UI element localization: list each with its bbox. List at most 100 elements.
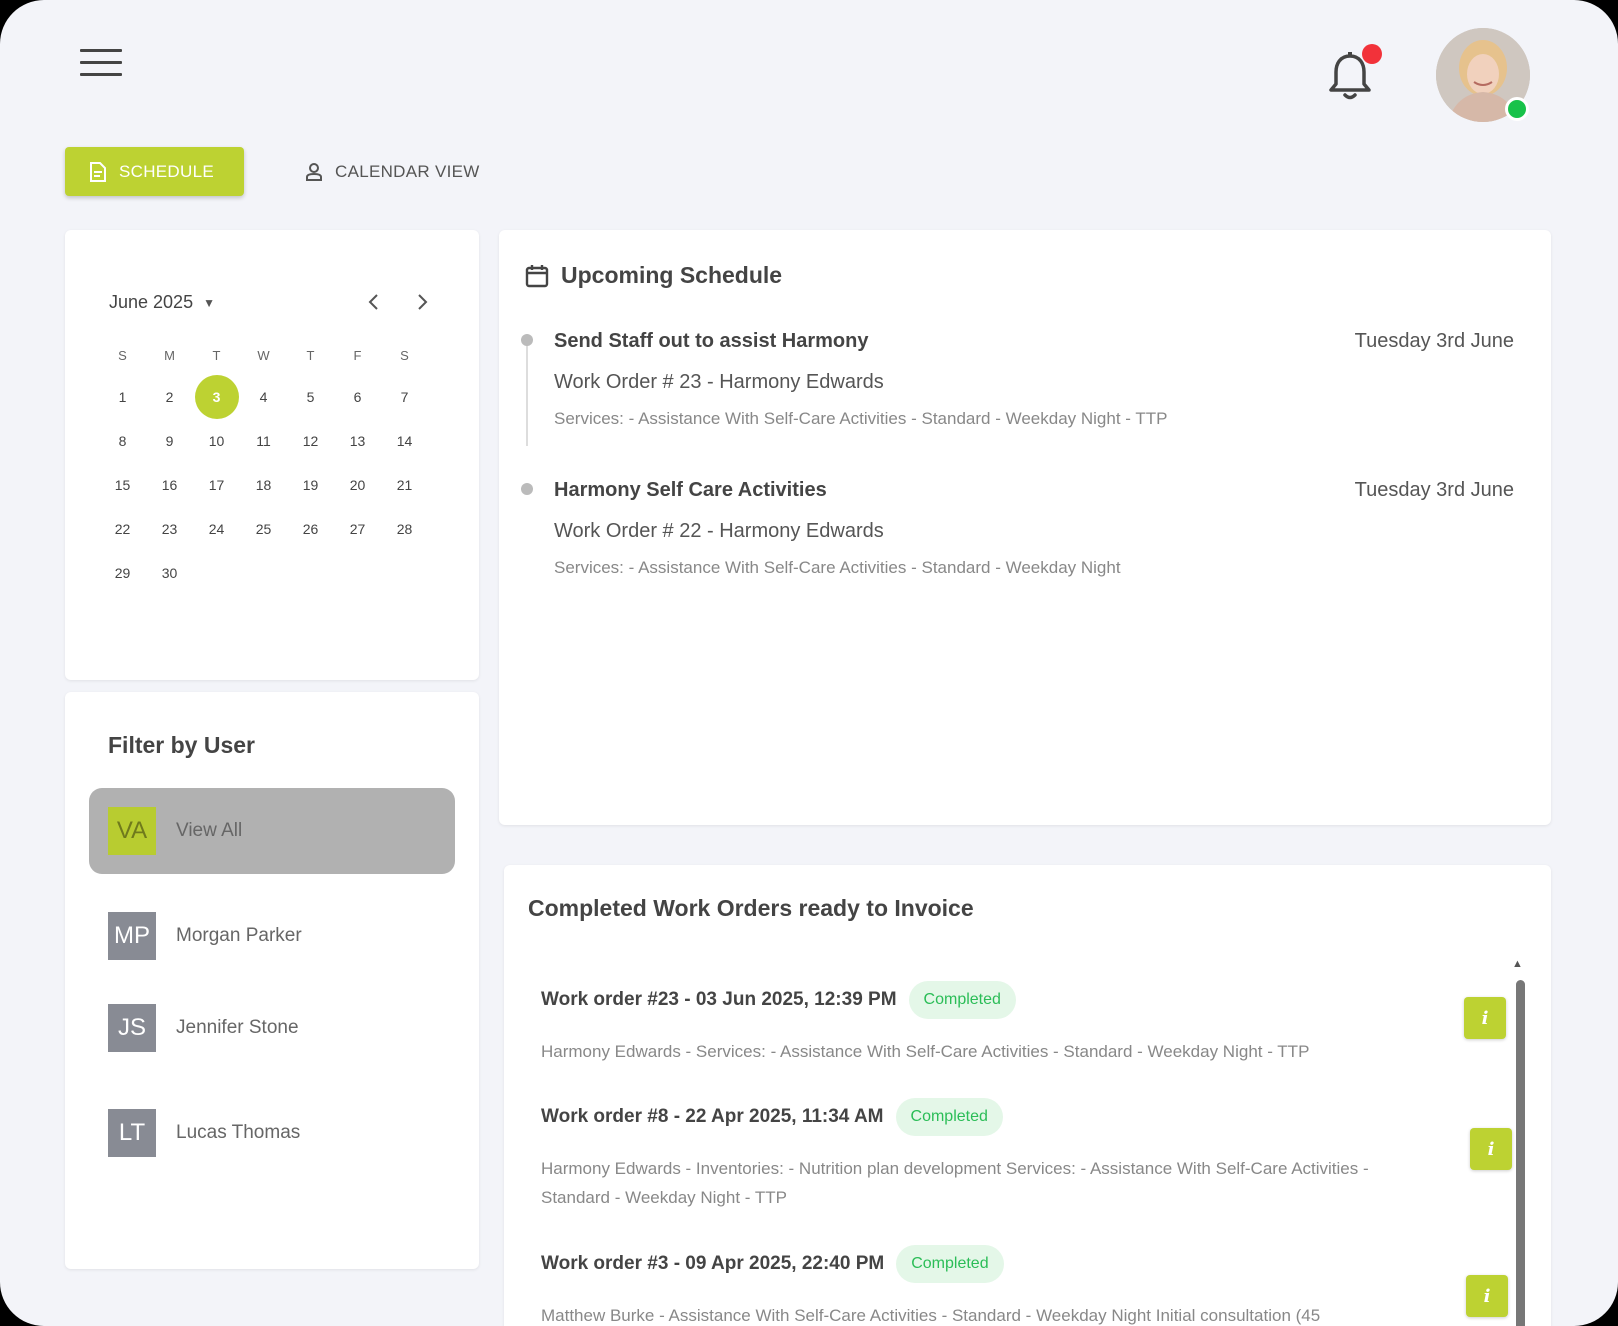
tab-schedule[interactable]: SCHEDULE — [65, 147, 244, 196]
calendar-day[interactable]: 26 — [287, 507, 334, 551]
calendar-day[interactable]: 15 — [99, 463, 146, 507]
tab-calendar-view[interactable]: CALENDAR VIEW — [305, 147, 480, 196]
timeline-line — [526, 340, 528, 446]
schedule-event[interactable]: Send Staff out to assist Harmony Tuesday… — [554, 330, 1514, 429]
event-date: Tuesday 3rd June — [1354, 479, 1514, 501]
work-order-title: Work order #8 - 22 Apr 2025, 11:34 AM — [541, 1106, 884, 1127]
calendar-day[interactable]: 16 — [146, 463, 193, 507]
status-badge: Completed — [908, 981, 1016, 1019]
calendar-day[interactable]: 2 — [146, 375, 193, 419]
invoice-item[interactable]: Work order #8 - 22 Apr 2025, 11:34 AM Co… — [541, 1098, 1441, 1212]
user-initials: JS — [108, 1004, 156, 1052]
invoice-card: Completed Work Orders ready to Invoice W… — [504, 865, 1551, 1326]
calendar-day[interactable]: 8 — [99, 419, 146, 463]
calendar-day[interactable]: 9 — [146, 419, 193, 463]
calendar-day[interactable]: 21 — [381, 463, 428, 507]
invoice-item[interactable]: Work order #3 - 09 Apr 2025, 22:40 PM Co… — [541, 1245, 1441, 1326]
calendar-day[interactable]: 13 — [334, 419, 381, 463]
work-order-title: Work order #23 - 03 Jun 2025, 12:39 PM — [541, 989, 897, 1010]
calendar-day[interactable]: 11 — [240, 419, 287, 463]
calendar-day[interactable]: 17 — [193, 463, 240, 507]
calendar-day[interactable]: 30 — [146, 551, 193, 595]
work-order-title: Work order #3 - 09 Apr 2025, 22:40 PM — [541, 1253, 885, 1274]
user-filter-morgan-parker[interactable]: MP Morgan Parker — [89, 893, 455, 979]
tab-schedule-label: SCHEDULE — [119, 161, 214, 181]
calendar-icon — [525, 264, 549, 287]
calendar-day[interactable]: 29 — [99, 551, 146, 595]
upcoming-schedule-card: Upcoming Schedule Send Staff out to assi… — [499, 230, 1551, 825]
document-icon — [90, 161, 106, 182]
invoice-title: Completed Work Orders ready to Invoice — [528, 895, 974, 921]
weekday-header: S — [118, 347, 127, 363]
weekday-header: W — [257, 347, 270, 363]
schedule-event[interactable]: Harmony Self Care Activities Tuesday 3rd… — [554, 479, 1514, 578]
calendar-grid: S M T W T F S 1 2 3 4 5 6 7 8 9 10 11 12 13 14 15 16 17 18 19 20 21… — [99, 335, 427, 595]
user-filter-lucas-thomas[interactable]: LT Lucas Thomas — [89, 1090, 455, 1176]
tab-calendar-view-label: CALENDAR VIEW — [335, 161, 480, 181]
calendar-day[interactable]: 22 — [99, 507, 146, 551]
weekday-header: S — [400, 347, 409, 363]
user-name: Morgan Parker — [176, 925, 302, 946]
calendar-day[interactable]: 27 — [334, 507, 381, 551]
online-status-dot — [1505, 97, 1529, 121]
user-filter-view-all[interactable]: VA View All — [89, 788, 455, 874]
chevron-right-icon[interactable] — [415, 292, 429, 318]
calendar-day[interactable]: 10 — [193, 419, 240, 463]
info-button[interactable]: i — [1466, 1275, 1508, 1317]
schedule-title: Upcoming Schedule — [525, 262, 782, 289]
hamburger-menu-icon[interactable] — [80, 49, 122, 79]
invoice-item[interactable]: Work order #23 - 03 Jun 2025, 12:39 PM C… — [541, 981, 1441, 1066]
scrollbar[interactable]: ▲ — [1512, 958, 1525, 1326]
user-initials: MP — [108, 912, 156, 960]
calendar-day[interactable]: 12 — [287, 419, 334, 463]
calendar-day[interactable]: 4 — [240, 375, 287, 419]
user-name: Jennifer Stone — [176, 1017, 299, 1038]
person-icon — [306, 162, 322, 181]
status-badge: Completed — [896, 1245, 1004, 1283]
work-order-description: Matthew Burke - Assistance With Self-Car… — [541, 1306, 1321, 1325]
event-work-order: Work Order # 23 - Harmony Edwards — [554, 371, 884, 393]
app-frame: SCHEDULE CALENDAR VIEW June 2025 ▼ S M T W T… — [0, 0, 1618, 1326]
weekday-header: M — [164, 347, 175, 363]
user-name: Lucas Thomas — [176, 1122, 301, 1143]
status-badge: Completed — [895, 1098, 1003, 1136]
user-initials: LT — [108, 1109, 156, 1157]
caret-down-icon: ▼ — [203, 295, 215, 310]
event-work-order: Work Order # 22 - Harmony Edwards — [554, 520, 884, 542]
event-services: Services: - Assistance With Self-Care Ac… — [554, 558, 1121, 577]
timeline-dot — [521, 483, 533, 495]
chevron-left-icon[interactable] — [367, 292, 381, 318]
calendar-day[interactable]: 20 — [334, 463, 381, 507]
month-label: June 2025 — [109, 292, 194, 312]
calendar-day[interactable]: 19 — [287, 463, 334, 507]
calendar-day-selected[interactable]: 3 — [194, 375, 239, 419]
scrollbar-thumb[interactable] — [1516, 980, 1525, 1326]
filter-card: Filter by User VA View All MP Morgan Par… — [65, 692, 479, 1269]
notification-badge — [1362, 44, 1382, 64]
info-button[interactable]: i — [1464, 997, 1506, 1039]
event-date: Tuesday 3rd June — [1354, 330, 1514, 352]
user-name: View All — [176, 820, 243, 841]
work-order-description: Harmony Edwards - Inventories: - Nutriti… — [541, 1159, 1369, 1207]
scroll-up-arrow-icon[interactable]: ▲ — [1512, 958, 1523, 970]
calendar-day[interactable]: 5 — [287, 375, 334, 419]
calendar-day[interactable]: 28 — [381, 507, 428, 551]
weekday-header: T — [306, 347, 315, 363]
event-services: Services: - Assistance With Self-Care Ac… — [554, 409, 1168, 428]
calendar-day[interactable]: 18 — [240, 463, 287, 507]
weekday-header: F — [353, 347, 362, 363]
calendar-day[interactable]: 23 — [146, 507, 193, 551]
info-button[interactable]: i — [1470, 1128, 1512, 1170]
calendar-day[interactable]: 25 — [240, 507, 287, 551]
calendar-day[interactable]: 7 — [381, 375, 428, 419]
work-order-description: Harmony Edwards - Services: - Assistance… — [541, 1042, 1310, 1061]
calendar-day[interactable]: 6 — [334, 375, 381, 419]
filter-title: Filter by User — [108, 732, 255, 758]
calendar-day[interactable]: 14 — [381, 419, 428, 463]
month-selector[interactable]: June 2025 ▼ — [109, 292, 215, 313]
calendar-day[interactable]: 1 — [99, 375, 146, 419]
schedule-title-text: Upcoming Schedule — [561, 262, 783, 288]
calendar-day[interactable]: 24 — [193, 507, 240, 551]
user-initials: VA — [108, 807, 156, 855]
user-filter-jennifer-stone[interactable]: JS Jennifer Stone — [89, 985, 455, 1071]
